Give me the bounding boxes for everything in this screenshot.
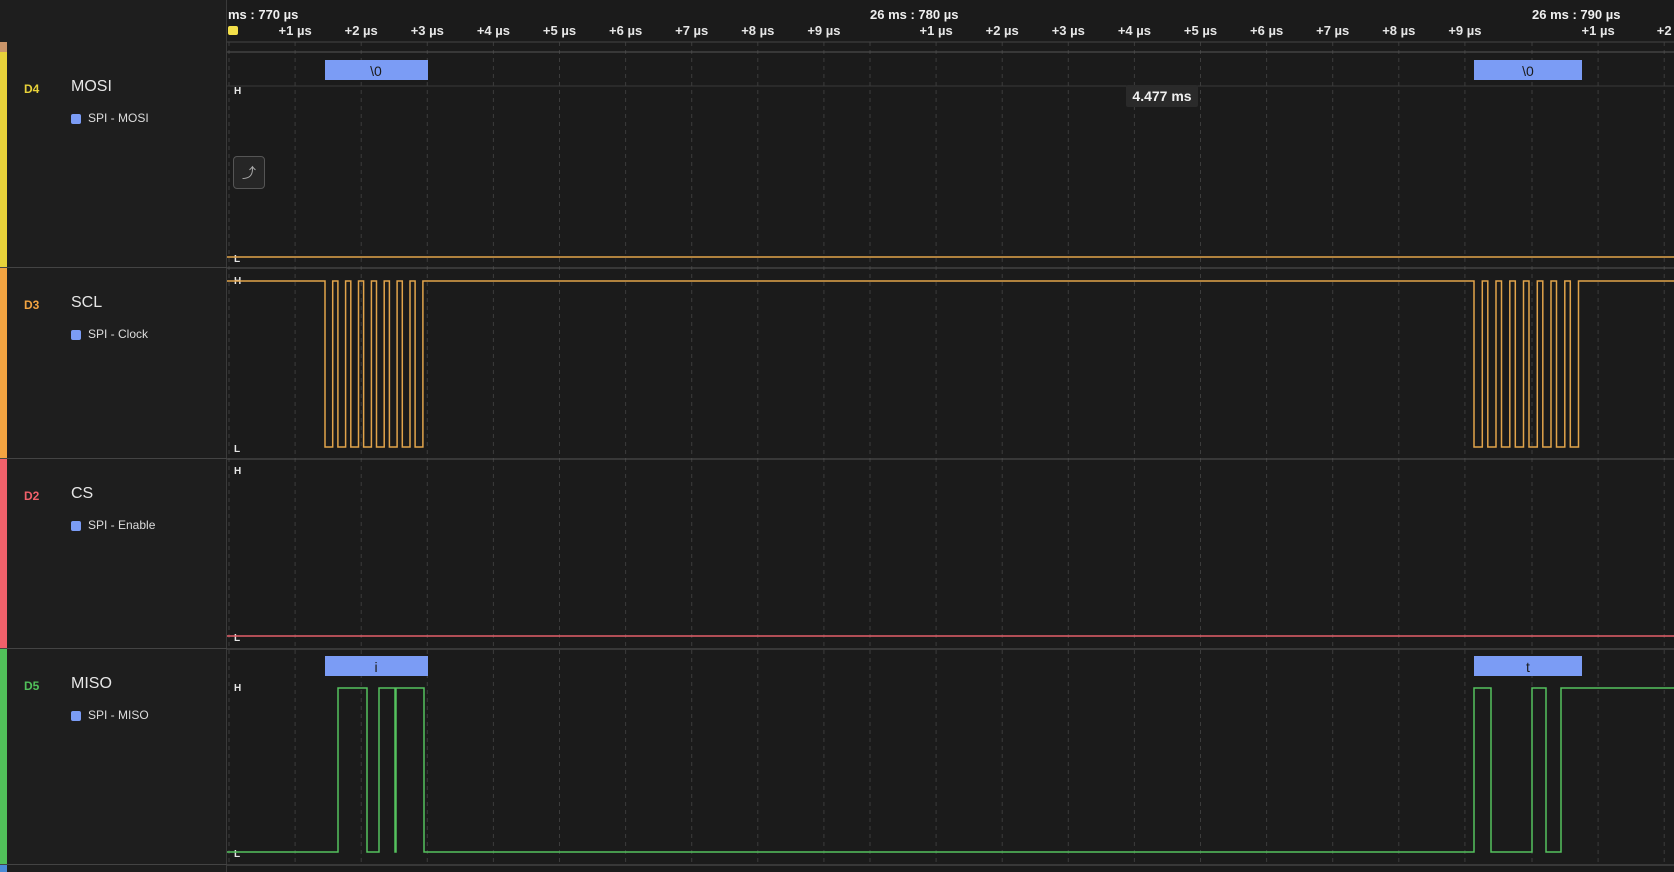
time-ruler[interactable]: ms : 770 µs 26 ms : 780 µs 26 ms : 790 µ… <box>227 7 1674 43</box>
ruler-tick-label: +5 µs <box>543 23 576 38</box>
decode-value: i <box>374 659 377 675</box>
level-high-label: H <box>234 683 241 694</box>
waveform-canvas[interactable]: ms : 770 µs 26 ms : 780 µs 26 ms : 790 µ… <box>0 0 1674 872</box>
rising-edge-trigger-icon[interactable]: ⤴ <box>233 156 265 189</box>
decode-value: \0 <box>370 63 382 79</box>
ruler-tick-label: +7 µs <box>1316 23 1349 38</box>
ruler-end-label: 26 ms : 790 µs <box>1532 7 1620 22</box>
ruler-tick-label: +8 µs <box>1382 23 1415 38</box>
miso-decode-frame[interactable]: i <box>325 656 428 676</box>
decode-value: t <box>1526 659 1530 675</box>
ruler-tick-label: +2 µs <box>345 23 378 38</box>
level-low-label: L <box>234 444 240 455</box>
ruler-tick-label: +2 µs <box>986 23 1019 38</box>
ruler-tick-label: +6 µs <box>1250 23 1283 38</box>
ruler-tick-label: +8 µs <box>741 23 774 38</box>
mosi-decode-frame[interactable]: \0 <box>1474 60 1582 80</box>
ruler-tick-label: +9 µs <box>1448 23 1481 38</box>
time-measurement-label: 4.477 ms <box>1126 85 1198 107</box>
ruler-start-label: ms : 770 µs <box>228 7 298 22</box>
miso-decode-frame[interactable]: t <box>1474 656 1582 676</box>
ruler-tick-label: +7 µs <box>675 23 708 38</box>
ruler-tick-label: +4 µs <box>1118 23 1151 38</box>
level-low-label: L <box>234 254 240 265</box>
ruler-tick-label: +9 µs <box>807 23 840 38</box>
scl-waveform <box>227 280 1674 448</box>
ruler-tick-label: +3 µs <box>411 23 444 38</box>
ruler-tick-label: +2 <box>1657 23 1672 38</box>
time-gridlines <box>228 42 1665 865</box>
mosi-decode-frame[interactable]: \0 <box>325 60 428 80</box>
ruler-tick-label: +3 µs <box>1052 23 1085 38</box>
level-high-label: H <box>234 466 241 477</box>
level-low-label: L <box>234 849 240 860</box>
ruler-tick-label: +5 µs <box>1184 23 1217 38</box>
ruler-tick-label: +1 µs <box>920 23 953 38</box>
ruler-tick-label: +4 µs <box>477 23 510 38</box>
ruler-mid-label: 26 ms : 780 µs <box>870 7 958 22</box>
ruler-tick-label: +1 µs <box>1582 23 1615 38</box>
ruler-tick-label: +1 µs <box>279 23 312 38</box>
level-high-label: H <box>234 86 241 97</box>
ruler-marker-icon[interactable] <box>228 26 238 35</box>
decode-value: \0 <box>1522 63 1534 79</box>
miso-waveform <box>227 687 1674 853</box>
level-low-label: L <box>234 633 240 644</box>
ruler-tick-label: +6 µs <box>609 23 642 38</box>
